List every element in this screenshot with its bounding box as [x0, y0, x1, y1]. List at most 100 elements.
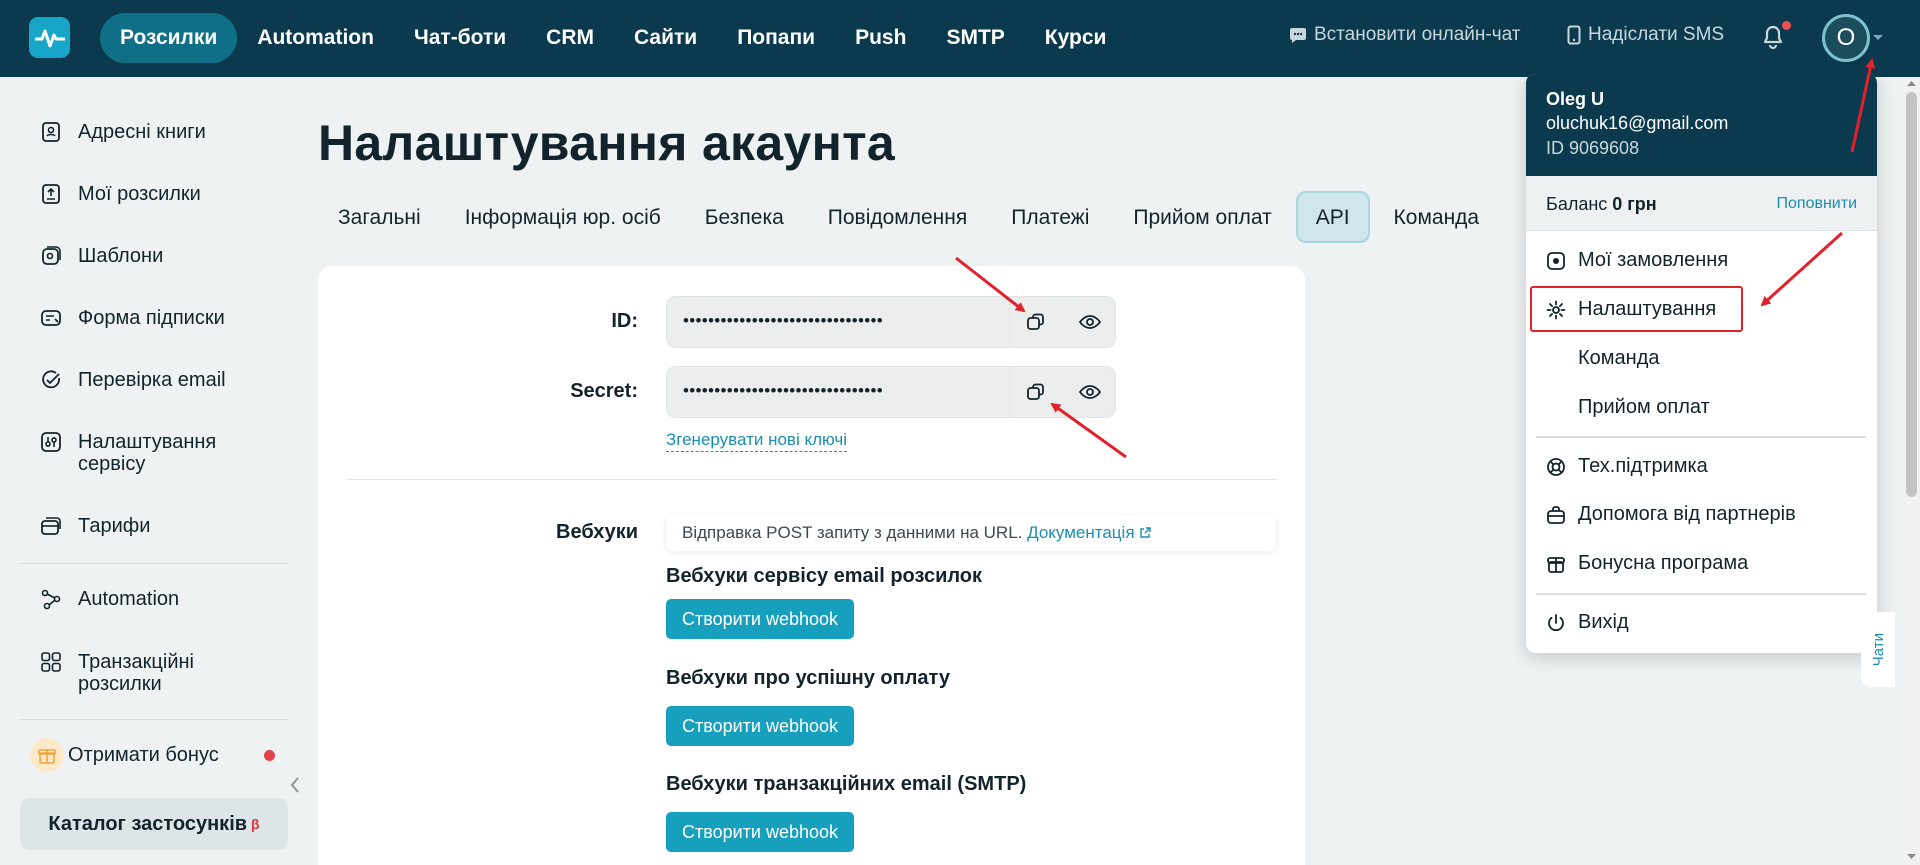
api-secret-field: ••••••••••••••••••••••••••••••••	[666, 366, 1116, 418]
user-avatar[interactable]: O	[1822, 14, 1870, 62]
external-link-icon	[1140, 527, 1151, 538]
sidebar-item-tariffs[interactable]: Тарифи	[20, 515, 170, 537]
scroll-down-arrow-icon[interactable]	[1906, 853, 1917, 861]
menu-item-logout[interactable]: Вихід	[1546, 611, 1629, 634]
briefcase-icon	[1547, 505, 1565, 524]
webhooks-payment-title: Вебхуки про успішну оплату	[666, 667, 950, 689]
apps-catalog-button[interactable]: Каталог застосунків β	[20, 798, 288, 850]
sidebar-label: Мої розсилки	[78, 183, 201, 205]
nav-item-sites[interactable]: Сайти	[614, 13, 717, 63]
eye-icon	[1079, 385, 1101, 399]
sidebar-item-my-campaigns[interactable]: Мої розсилки	[20, 183, 221, 205]
scroll-up-arrow-icon[interactable]	[1906, 79, 1917, 87]
menu-item-my-orders[interactable]: Мої замовлення	[1546, 249, 1728, 272]
gift-box-icon	[1547, 556, 1565, 573]
api-id-value: ••••••••••••••••••••••••••••••••	[683, 311, 884, 330]
create-webhook-email-button[interactable]: Створити webhook	[666, 599, 854, 639]
notifications-bell-icon[interactable]	[1762, 24, 1784, 50]
nav-item-campaigns[interactable]: Розсилки	[100, 13, 238, 63]
api-secret-value: ••••••••••••••••••••••••••••••••	[683, 381, 884, 400]
sidebar-item-address-books[interactable]: Адресні книги	[20, 121, 226, 143]
collapse-sidebar-chevron-left-icon[interactable]	[288, 775, 302, 795]
api-id-field: ••••••••••••••••••••••••••••••••	[666, 296, 1116, 348]
nav-item-chatbots[interactable]: Чат-боти	[394, 13, 526, 63]
sidebar-label: Налаштування сервісу	[78, 431, 217, 475]
gift-icon	[30, 738, 64, 772]
chat-icon	[1290, 28, 1306, 43]
tab-notifications[interactable]: Повідомлення	[808, 191, 987, 243]
create-webhook-smtp-button[interactable]: Створити webhook	[666, 812, 854, 852]
address-book-icon	[42, 122, 60, 142]
generate-new-keys-link[interactable]: Згенерувати нові ключі	[666, 430, 848, 452]
sidebar-item-get-bonus[interactable]: Отримати бонус	[20, 738, 288, 772]
sidebar-item-templates[interactable]: Шаблони	[20, 245, 183, 267]
tab-security[interactable]: Безпека	[685, 191, 804, 243]
topup-link[interactable]: Поповнити	[1777, 195, 1858, 213]
notification-dot	[1782, 21, 1791, 30]
nav-item-crm[interactable]: CRM	[526, 13, 614, 63]
sidebar-item-email-check[interactable]: Перевірка email	[20, 369, 246, 391]
nav-item-push[interactable]: Push	[835, 13, 926, 63]
copy-id-button[interactable]	[1009, 297, 1061, 347]
menu-item-team[interactable]: Команда	[1578, 347, 1659, 370]
settings-tabs: Загальні Інформація юр. осіб Безпека Пов…	[318, 191, 1503, 243]
page-title: Налаштування акаунта	[318, 115, 895, 171]
power-icon	[1548, 613, 1564, 631]
sidebar-item-service-settings[interactable]: Налаштування сервісу	[20, 431, 260, 475]
scrollbar-thumb[interactable]	[1906, 92, 1917, 497]
sidebar-item-transactional[interactable]: Транзакційні розсилки	[20, 651, 260, 695]
show-id-button[interactable]	[1064, 297, 1116, 347]
form-icon	[41, 310, 61, 326]
sliders-icon	[41, 432, 61, 452]
tab-api[interactable]: API	[1295, 191, 1370, 243]
tab-accept-payments[interactable]: Прийом оплат	[1113, 191, 1291, 243]
tab-team[interactable]: Команда	[1374, 191, 1500, 243]
check-circle-icon	[42, 370, 60, 389]
api-secret-label: Secret:	[570, 380, 638, 402]
account-id: ID 9069608	[1546, 138, 1640, 158]
documentation-link-label: Документація	[1027, 523, 1135, 542]
sidebar-item-automation[interactable]: Automation	[20, 588, 199, 610]
nav-item-courses[interactable]: Курси	[1025, 13, 1127, 63]
account-dropdown-menu: Oleg U oluchuk16@gmail.com ID 9069608 Ба…	[1526, 73, 1877, 653]
menu-item-accept-payments[interactable]: Прийом оплат	[1578, 396, 1710, 419]
menu-item-label: Бонусна програма	[1578, 552, 1749, 574]
nav-item-popups[interactable]: Попапи	[717, 13, 835, 63]
account-balance: Баланс 0 грн Поповнити	[1526, 176, 1877, 231]
copy-icon	[1026, 313, 1044, 330]
send-sms-label: Надіслати SMS	[1588, 24, 1725, 45]
tab-legal-entities[interactable]: Інформація юр. осіб	[445, 191, 681, 243]
menu-item-bonus-program[interactable]: Бонусна програма	[1546, 552, 1748, 575]
lifebuoy-icon	[1547, 457, 1565, 476]
section-divider	[348, 479, 1276, 480]
menu-item-label: Тех.підтримка	[1578, 455, 1708, 477]
sidebar-item-subscribe-form[interactable]: Форма підписки	[20, 307, 245, 329]
top-navigation-bar: Розсилки Automation Чат-боти CRM Сайти П…	[0, 0, 1920, 77]
send-sms-link[interactable]: Надіслати SMS	[1567, 24, 1724, 46]
orders-icon	[1547, 251, 1565, 270]
copy-secret-button[interactable]	[1009, 367, 1061, 417]
tab-general[interactable]: Загальні	[318, 191, 441, 243]
show-secret-button[interactable]	[1064, 367, 1116, 417]
install-online-chat-link[interactable]: Встановити онлайн-чат	[1289, 24, 1521, 46]
nav-item-smtp[interactable]: SMTP	[926, 13, 1024, 63]
tab-payments[interactable]: Платежі	[991, 191, 1109, 243]
balance-value: 0 грн	[1612, 194, 1657, 214]
account-header: Oleg U oluchuk16@gmail.com ID 9069608	[1526, 73, 1877, 176]
main-nav: Розсилки Automation Чат-боти CRM Сайти П…	[100, 13, 1126, 63]
chats-side-tab[interactable]: Чати	[1861, 612, 1895, 687]
sidebar-label: Форма підписки	[78, 307, 225, 329]
balance-text: Баланс 0 грн	[1546, 194, 1657, 215]
nav-item-automation[interactable]: Automation	[237, 13, 394, 63]
menu-item-support[interactable]: Тех.підтримка	[1546, 455, 1708, 478]
logo-icon[interactable]	[29, 17, 70, 58]
campaigns-icon	[42, 184, 60, 204]
menu-item-partners-help[interactable]: Допомога від партнерів	[1546, 503, 1796, 526]
menu-item-label: Допомога від партнерів	[1578, 503, 1796, 525]
webhooks-email-title: Вебхуки сервісу email розсилок	[666, 565, 983, 587]
chevron-down-icon[interactable]	[1873, 34, 1883, 41]
create-webhook-payment-button[interactable]: Створити webhook	[666, 706, 854, 746]
account-name: Oleg U	[1546, 89, 1605, 109]
documentation-link[interactable]: Документація	[1027, 523, 1151, 542]
sidebar-label: Перевірка email	[78, 369, 226, 391]
